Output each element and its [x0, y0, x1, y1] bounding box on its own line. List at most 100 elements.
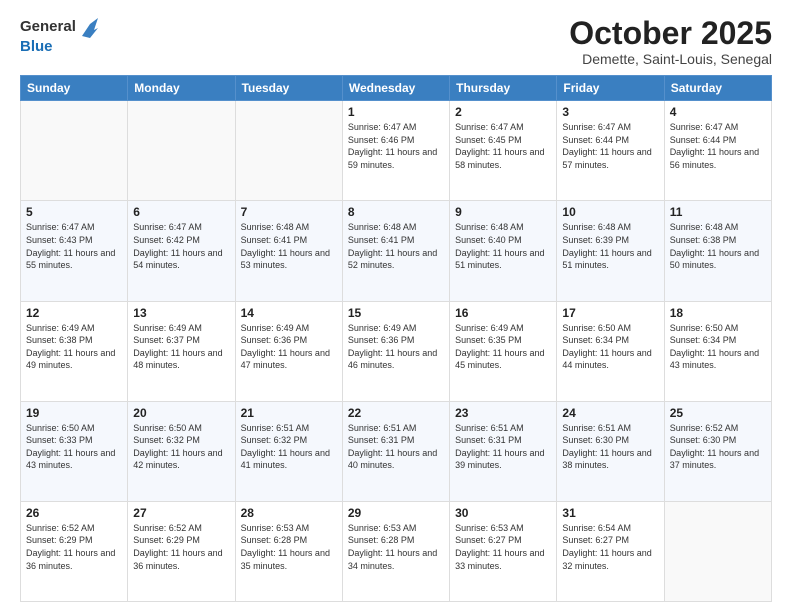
- day-info: Sunrise: 6:52 AMSunset: 6:30 PMDaylight:…: [670, 422, 766, 472]
- day-info: Sunrise: 6:49 AMSunset: 6:36 PMDaylight:…: [241, 322, 337, 372]
- weekday-header: Friday: [557, 76, 664, 101]
- calendar-cell: 12 Sunrise: 6:49 AMSunset: 6:38 PMDayligh…: [21, 301, 128, 401]
- day-info: Sunrise: 6:49 AMSunset: 6:37 PMDaylight:…: [133, 322, 229, 372]
- calendar-cell: 30 Sunrise: 6:53 AMSunset: 6:27 PMDayligh…: [450, 501, 557, 601]
- calendar-cell: 3 Sunrise: 6:47 AMSunset: 6:44 PMDaylight…: [557, 101, 664, 201]
- day-info: Sunrise: 6:47 AMSunset: 6:44 PMDaylight:…: [670, 121, 766, 171]
- day-number: 20: [133, 406, 229, 420]
- calendar-week-row: 12 Sunrise: 6:49 AMSunset: 6:38 PMDayligh…: [21, 301, 772, 401]
- calendar-header-row: SundayMondayTuesdayWednesdayThursdayFrid…: [21, 76, 772, 101]
- calendar-cell: 8 Sunrise: 6:48 AMSunset: 6:41 PMDaylight…: [342, 201, 449, 301]
- calendar-cell: 22Sunrise: 6:51 AMSunset: 6:31 PMDayligh…: [342, 401, 449, 501]
- day-info: Sunrise: 6:53 AMSunset: 6:27 PMDaylight:…: [455, 522, 551, 572]
- day-number: 19: [26, 406, 122, 420]
- calendar-cell: [128, 101, 235, 201]
- day-info: Sunrise: 6:48 AMSunset: 6:38 PMDaylight:…: [670, 221, 766, 271]
- calendar-cell: 13 Sunrise: 6:49 AMSunset: 6:37 PMDayligh…: [128, 301, 235, 401]
- day-number: 31: [562, 506, 658, 520]
- calendar-week-row: 1 Sunrise: 6:47 AMSunset: 6:46 PMDaylight…: [21, 101, 772, 201]
- calendar-cell: 28 Sunrise: 6:53 AMSunset: 6:28 PMDayligh…: [235, 501, 342, 601]
- calendar-cell: 24 Sunrise: 6:51 AMSunset: 6:30 PMDayligh…: [557, 401, 664, 501]
- day-info: Sunrise: 6:54 AMSunset: 6:27 PMDaylight:…: [562, 522, 658, 572]
- day-number: 23: [455, 406, 551, 420]
- day-info: Sunrise: 6:50 AMSunset: 6:34 PMDaylight:…: [562, 322, 658, 372]
- logo-blue-text: Blue: [20, 38, 53, 55]
- day-number: 14: [241, 306, 337, 320]
- weekday-header: Thursday: [450, 76, 557, 101]
- day-info: Sunrise: 6:49 AMSunset: 6:38 PMDaylight:…: [26, 322, 122, 372]
- calendar-cell: 4 Sunrise: 6:47 AMSunset: 6:44 PMDaylight…: [664, 101, 771, 201]
- day-number: 8: [348, 205, 444, 219]
- day-info: Sunrise: 6:47 AMSunset: 6:43 PMDaylight:…: [26, 221, 122, 271]
- day-number: 30: [455, 506, 551, 520]
- calendar-cell: 25Sunrise: 6:52 AMSunset: 6:30 PMDayligh…: [664, 401, 771, 501]
- day-info: Sunrise: 6:49 AMSunset: 6:36 PMDaylight:…: [348, 322, 444, 372]
- day-number: 13: [133, 306, 229, 320]
- calendar-cell: 27 Sunrise: 6:52 AMSunset: 6:29 PMDayligh…: [128, 501, 235, 601]
- calendar-cell: [235, 101, 342, 201]
- calendar-cell: 16Sunrise: 6:49 AMSunset: 6:35 PMDayligh…: [450, 301, 557, 401]
- day-number: 7: [241, 205, 337, 219]
- day-number: 4: [670, 105, 766, 119]
- calendar-cell: 29 Sunrise: 6:53 AMSunset: 6:28 PMDayligh…: [342, 501, 449, 601]
- location-subtitle: Demette, Saint-Louis, Senegal: [569, 51, 772, 67]
- day-number: 18: [670, 306, 766, 320]
- day-number: 12: [26, 306, 122, 320]
- weekday-header: Monday: [128, 76, 235, 101]
- calendar-cell: 21 Sunrise: 6:51 AMSunset: 6:32 PMDayligh…: [235, 401, 342, 501]
- day-info: Sunrise: 6:47 AMSunset: 6:44 PMDaylight:…: [562, 121, 658, 171]
- day-info: Sunrise: 6:52 AMSunset: 6:29 PMDaylight:…: [26, 522, 122, 572]
- weekday-header: Tuesday: [235, 76, 342, 101]
- calendar-week-row: 5 Sunrise: 6:47 AMSunset: 6:43 PMDaylight…: [21, 201, 772, 301]
- day-number: 1: [348, 105, 444, 119]
- day-info: Sunrise: 6:47 AMSunset: 6:46 PMDaylight:…: [348, 121, 444, 171]
- calendar-cell: 6Sunrise: 6:47 AMSunset: 6:42 PMDaylight…: [128, 201, 235, 301]
- logo-general-text: General: [20, 18, 76, 36]
- calendar-table: SundayMondayTuesdayWednesdayThursdayFrid…: [20, 75, 772, 602]
- day-number: 26: [26, 506, 122, 520]
- day-info: Sunrise: 6:50 AMSunset: 6:32 PMDaylight:…: [133, 422, 229, 472]
- page: General Blue October 2025 Demette, Saint…: [0, 0, 792, 612]
- calendar-cell: 19Sunrise: 6:50 AMSunset: 6:33 PMDayligh…: [21, 401, 128, 501]
- weekday-header: Saturday: [664, 76, 771, 101]
- day-info: Sunrise: 6:51 AMSunset: 6:31 PMDaylight:…: [455, 422, 551, 472]
- day-info: Sunrise: 6:48 AMSunset: 6:41 PMDaylight:…: [348, 221, 444, 271]
- day-number: 9: [455, 205, 551, 219]
- calendar-cell: 15 Sunrise: 6:49 AMSunset: 6:36 PMDayligh…: [342, 301, 449, 401]
- calendar-cell: 7Sunrise: 6:48 AMSunset: 6:41 PMDaylight…: [235, 201, 342, 301]
- day-info: Sunrise: 6:51 AMSunset: 6:30 PMDaylight:…: [562, 422, 658, 472]
- calendar-cell: 26 Sunrise: 6:52 AMSunset: 6:29 PMDayligh…: [21, 501, 128, 601]
- title-block: October 2025 Demette, Saint-Louis, Seneg…: [569, 16, 772, 67]
- calendar-week-row: 26 Sunrise: 6:52 AMSunset: 6:29 PMDayligh…: [21, 501, 772, 601]
- day-info: Sunrise: 6:47 AMSunset: 6:42 PMDaylight:…: [133, 221, 229, 271]
- calendar-cell: [21, 101, 128, 201]
- day-info: Sunrise: 6:48 AMSunset: 6:39 PMDaylight:…: [562, 221, 658, 271]
- calendar-cell: 2Sunrise: 6:47 AMSunset: 6:45 PMDaylight…: [450, 101, 557, 201]
- day-info: Sunrise: 6:52 AMSunset: 6:29 PMDaylight:…: [133, 522, 229, 572]
- day-info: Sunrise: 6:51 AMSunset: 6:32 PMDaylight:…: [241, 422, 337, 472]
- calendar-week-row: 19Sunrise: 6:50 AMSunset: 6:33 PMDayligh…: [21, 401, 772, 501]
- day-number: 5: [26, 205, 122, 219]
- calendar-cell: 18Sunrise: 6:50 AMSunset: 6:34 PMDayligh…: [664, 301, 771, 401]
- calendar-cell: 10Sunrise: 6:48 AMSunset: 6:39 PMDayligh…: [557, 201, 664, 301]
- calendar-cell: 20 Sunrise: 6:50 AMSunset: 6:32 PMDayligh…: [128, 401, 235, 501]
- calendar-cell: 9 Sunrise: 6:48 AMSunset: 6:40 PMDaylight…: [450, 201, 557, 301]
- day-number: 29: [348, 506, 444, 520]
- day-info: Sunrise: 6:53 AMSunset: 6:28 PMDaylight:…: [348, 522, 444, 572]
- day-info: Sunrise: 6:53 AMSunset: 6:28 PMDaylight:…: [241, 522, 337, 572]
- day-number: 15: [348, 306, 444, 320]
- logo-bird-icon: [80, 16, 98, 38]
- weekday-header: Sunday: [21, 76, 128, 101]
- calendar-cell: 5 Sunrise: 6:47 AMSunset: 6:43 PMDaylight…: [21, 201, 128, 301]
- day-number: 22: [348, 406, 444, 420]
- day-number: 2: [455, 105, 551, 119]
- day-number: 3: [562, 105, 658, 119]
- day-number: 21: [241, 406, 337, 420]
- logo: General Blue: [20, 16, 98, 56]
- header: General Blue October 2025 Demette, Saint…: [20, 16, 772, 67]
- month-title: October 2025: [569, 16, 772, 51]
- day-number: 27: [133, 506, 229, 520]
- day-number: 24: [562, 406, 658, 420]
- day-info: Sunrise: 6:48 AMSunset: 6:40 PMDaylight:…: [455, 221, 551, 271]
- day-number: 28: [241, 506, 337, 520]
